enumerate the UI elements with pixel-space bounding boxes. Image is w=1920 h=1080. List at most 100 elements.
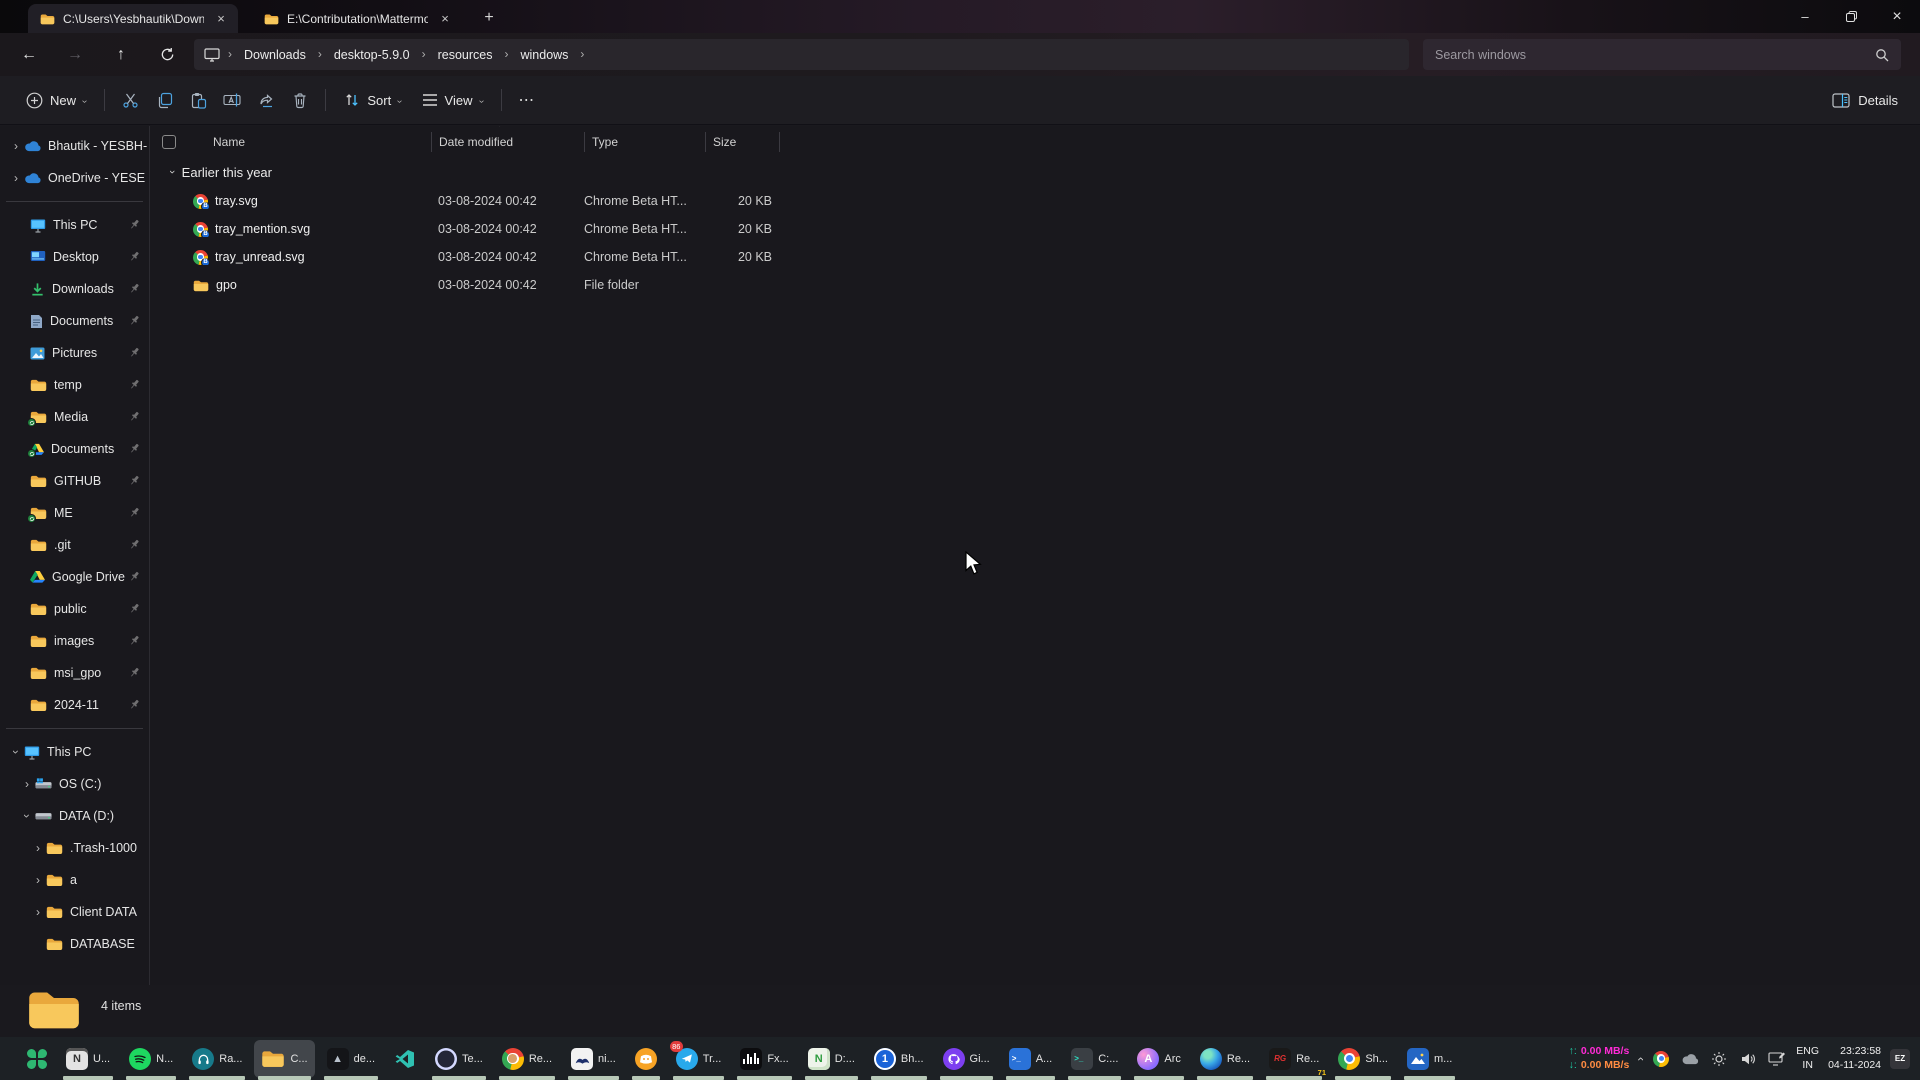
breadcrumb-item[interactable]: desktop-5.9.0: [326, 45, 418, 65]
pin-icon[interactable]: [128, 346, 141, 362]
file-row[interactable]: B tray_mention.svg 03-08-2024 00:42 Chro…: [151, 215, 780, 243]
sidebar-tree-item[interactable]: › Client DATA: [0, 896, 149, 928]
pin-icon[interactable]: [128, 634, 141, 650]
sidebar-tree-item[interactable]: › OS (C:): [0, 768, 149, 800]
taskbar-item-chrome[interactable]: Sh...: [1331, 1040, 1395, 1078]
file-row[interactable]: gpo 03-08-2024 00:42 File folder: [151, 271, 780, 299]
column-header-type[interactable]: Type: [584, 132, 705, 152]
sort-button[interactable]: Sort ›: [334, 83, 411, 117]
restore-button[interactable]: [1828, 0, 1874, 33]
taskbar-item-discord[interactable]: [628, 1040, 664, 1078]
minimize-button[interactable]: –: [1782, 0, 1828, 33]
brightness-tray-icon[interactable]: [1709, 1049, 1729, 1069]
back-button[interactable]: ←: [12, 40, 46, 70]
view-button[interactable]: View ›: [412, 83, 493, 117]
sidebar-item-pinned[interactable]: This PC: [0, 209, 149, 241]
search-box[interactable]: Search windows: [1423, 39, 1901, 70]
taskbar-item-chrome-profile[interactable]: Re...: [495, 1040, 559, 1078]
taskbar-item-arc[interactable]: AArc: [1130, 1040, 1188, 1078]
explorer-tab[interactable]: E:\Contributation\Mattermost\ ×: [252, 4, 462, 33]
pin-icon[interactable]: [128, 602, 141, 618]
select-all-checkbox[interactable]: [162, 135, 176, 149]
taskbar-item-onepassword[interactable]: 1Bh...: [867, 1040, 931, 1078]
pin-icon[interactable]: [128, 442, 141, 458]
breadcrumb-item[interactable]: windows: [512, 45, 576, 65]
notification-ez-icon[interactable]: EZ: [1890, 1049, 1910, 1069]
pin-icon[interactable]: [128, 506, 141, 522]
sidebar-item-cloud[interactable]: › OneDrive - YESE: [0, 162, 149, 194]
pin-icon[interactable]: [128, 378, 141, 394]
sidebar-tree-item[interactable]: › This PC: [0, 736, 149, 768]
pin-icon[interactable]: [128, 218, 141, 234]
sidebar-tree-item[interactable]: › a: [0, 864, 149, 896]
taskbar-item-rg[interactable]: 71RGRe...: [1262, 1040, 1326, 1078]
sidebar-item-pinned[interactable]: Media: [0, 401, 149, 433]
chrome-tray-icon[interactable]: [1651, 1049, 1671, 1069]
pin-icon[interactable]: [128, 410, 141, 426]
breadcrumb-item[interactable]: Downloads: [236, 45, 314, 65]
sidebar-item-pinned[interactable]: Downloads: [0, 273, 149, 305]
chevron-down-icon[interactable]: ›: [20, 808, 34, 824]
sidebar-tree-item[interactable]: › .Trash-1000: [0, 832, 149, 864]
sidebar-item-pinned[interactable]: ME: [0, 497, 149, 529]
refresh-button[interactable]: [150, 40, 184, 70]
sidebar-item-pinned[interactable]: msi_gpo: [0, 657, 149, 689]
taskbar-item-telegram[interactable]: 86Tr...: [669, 1040, 729, 1078]
breadcrumb-item[interactable]: resources: [430, 45, 501, 65]
pin-icon[interactable]: [128, 666, 141, 682]
pin-icon[interactable]: [128, 698, 141, 714]
clock-widget[interactable]: 23:23:58 04-11-2024: [1828, 1045, 1881, 1072]
file-row[interactable]: B tray.svg 03-08-2024 00:42 Chrome Beta …: [151, 187, 780, 215]
pin-icon[interactable]: [128, 314, 141, 330]
taskbar-item-photos[interactable]: m...: [1400, 1040, 1459, 1078]
chevron-right-icon[interactable]: ›: [30, 905, 46, 919]
sidebar-item-pinned[interactable]: public: [0, 593, 149, 625]
taskbar-item-vscode[interactable]: [387, 1040, 423, 1078]
taskbar-item-powershell[interactable]: >_A...: [1002, 1040, 1060, 1078]
pin-icon[interactable]: [128, 538, 141, 554]
copy-button[interactable]: [147, 83, 181, 117]
sidebar-item-pinned[interactable]: temp: [0, 369, 149, 401]
chevron-right-icon[interactable]: ›: [19, 777, 35, 791]
taskbar-item-explorer[interactable]: C...: [254, 1040, 314, 1078]
sidebar-item-pinned[interactable]: Documents: [0, 433, 149, 465]
more-options-button[interactable]: ⋯: [510, 83, 544, 117]
taskbar-item-tealium[interactable]: Te...: [428, 1040, 490, 1078]
sidebar-item-pinned[interactable]: GITHUB: [0, 465, 149, 497]
taskbar-item-spotify[interactable]: N...: [122, 1040, 180, 1078]
close-button[interactable]: ×: [1874, 0, 1920, 33]
tab-close-icon[interactable]: ×: [212, 10, 230, 28]
taskbar-item-notepad[interactable]: NU...: [59, 1040, 117, 1078]
new-tab-button[interactable]: +: [476, 5, 502, 31]
taskbar-item-fx[interactable]: Fx...: [733, 1040, 795, 1078]
pen-display-tray-icon[interactable]: [1767, 1049, 1787, 1069]
forward-button[interactable]: →: [58, 40, 92, 70]
pin-icon[interactable]: [128, 250, 141, 266]
chevron-right-icon[interactable]: ›: [30, 873, 46, 887]
sidebar-item-pinned[interactable]: .git: [0, 529, 149, 561]
language-indicator[interactable]: ENG IN: [1796, 1045, 1819, 1072]
up-button[interactable]: ↑: [104, 40, 138, 70]
paste-button[interactable]: [181, 83, 215, 117]
net-speed-widget[interactable]: ↑:0.00 MB/s ↓:0.00 MB/s: [1569, 1045, 1630, 1071]
explorer-tab[interactable]: C:\Users\Yesbhautik\Downloa ×: [28, 4, 238, 33]
taskbar-item-notepadpp[interactable]: ND:...: [801, 1040, 862, 1078]
sidebar-tree-item[interactable]: › DATA (D:): [0, 800, 149, 832]
pin-icon[interactable]: [128, 570, 141, 586]
sidebar-item-pinned[interactable]: images: [0, 625, 149, 657]
share-button[interactable]: [249, 83, 283, 117]
sidebar-item-pinned[interactable]: 2024-11: [0, 689, 149, 721]
taskbar-item-terminal[interactable]: >_C:...: [1064, 1040, 1125, 1078]
cut-button[interactable]: [113, 83, 147, 117]
group-header[interactable]: › Earlier this year: [151, 159, 272, 185]
tab-close-icon[interactable]: ×: [436, 10, 454, 28]
pin-icon[interactable]: [128, 282, 141, 298]
cloud-tray-icon[interactable]: [1680, 1049, 1700, 1069]
taskbar-item-edge[interactable]: Re...: [1193, 1040, 1257, 1078]
column-header-name[interactable]: Name: [184, 132, 431, 152]
column-header-size[interactable]: Size: [705, 132, 780, 152]
sidebar-item-pinned[interactable]: Pictures: [0, 337, 149, 369]
sidebar-item-cloud[interactable]: › Bhautik - YESBH-: [0, 130, 149, 162]
taskbar-item-github[interactable]: Gi...: [936, 1040, 997, 1078]
pin-icon[interactable]: [128, 474, 141, 490]
